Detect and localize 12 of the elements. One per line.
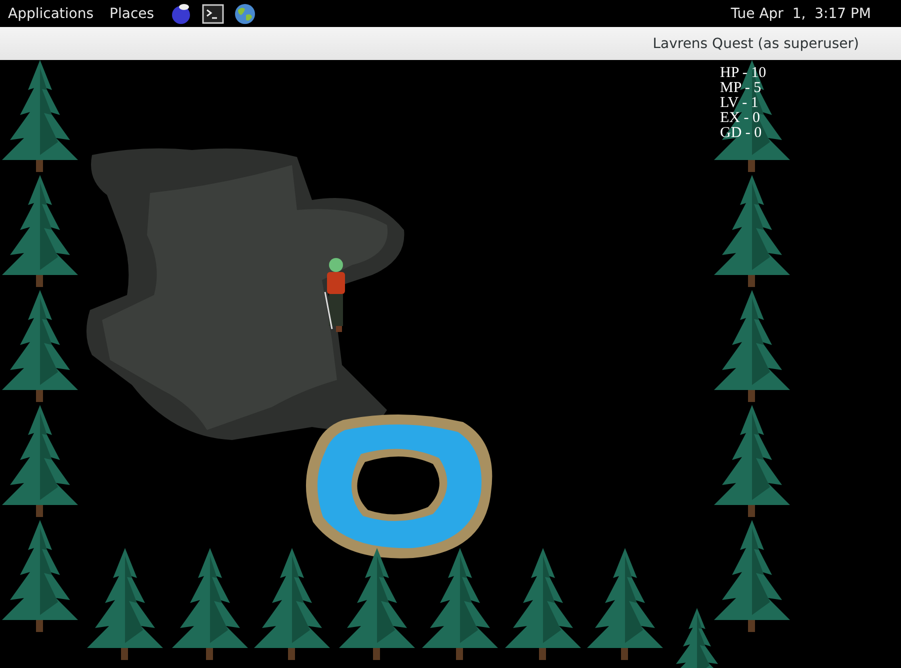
web-browser-icon[interactable]: [170, 2, 192, 24]
stat-readout: HP - 10: [720, 66, 766, 81]
window-title: Lavrens Quest (as superuser): [652, 36, 859, 52]
stat-readout: EX - 0: [720, 111, 761, 126]
stat-readout: GD - 0: [720, 126, 763, 141]
panel-menu[interactable]: Places: [110, 6, 154, 22]
stat-readout: MP - 5: [720, 81, 762, 96]
stat-readout: LV - 1: [720, 96, 760, 111]
panel-menu[interactable]: Applications: [8, 6, 94, 22]
terminal-icon[interactable]: [202, 4, 224, 24]
globe-icon[interactable]: [234, 2, 256, 24]
clock[interactable]: Tue Apr 1, 3:17 PM: [730, 6, 871, 22]
